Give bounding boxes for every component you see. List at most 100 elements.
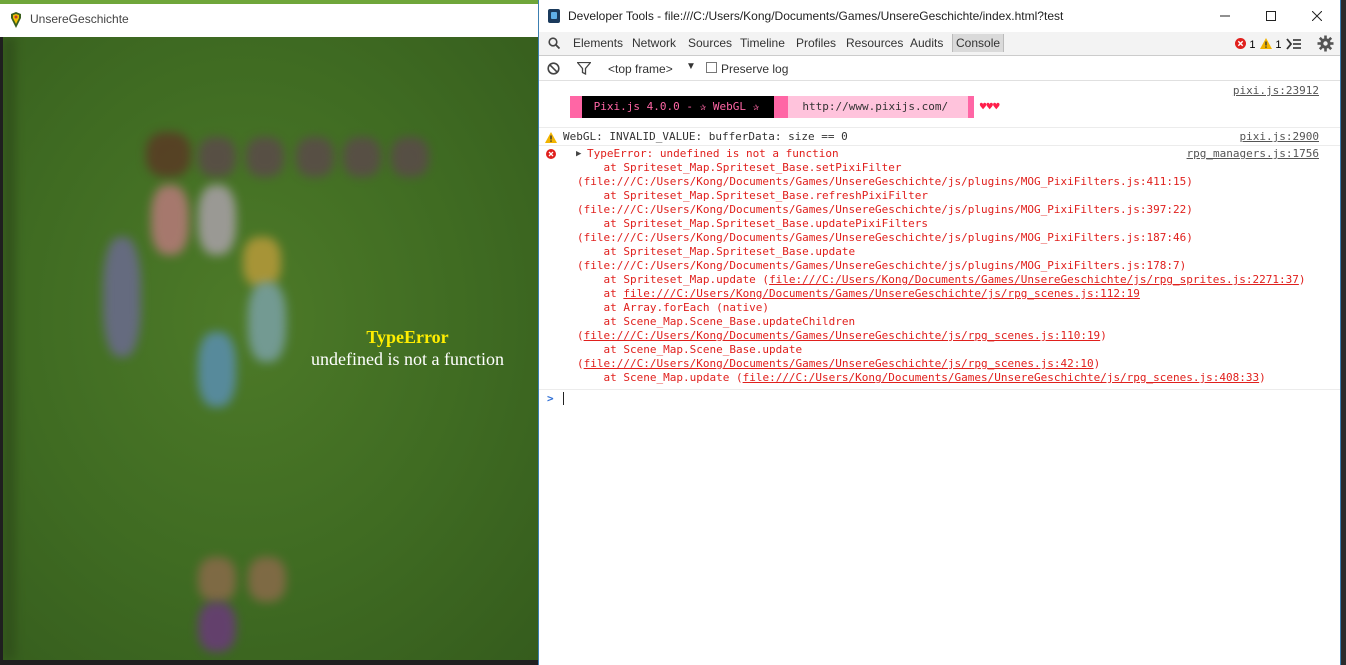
banner-pink-edge [570, 96, 582, 118]
stack-line-prefix: at Scene_Map.update ( [577, 371, 743, 384]
console-output: pixi.js:23912 Pixi.js 4.0.0 - ✰ WebGL ✰ … [539, 82, 1340, 408]
error-title: TypeError [366, 327, 449, 347]
stack-line: at Array.forEach (native) [577, 301, 1340, 315]
stack-file-link[interactable]: file:///C:/Users/Kong/Documents/Games/Un… [584, 329, 1101, 342]
blurred-sprite [198, 602, 236, 652]
blurred-sprite [198, 557, 236, 602]
stack-line-suffix: ) [1298, 273, 1306, 286]
error-icon [1235, 38, 1246, 49]
pixi-source-link[interactable]: pixi.js:23912 [1233, 84, 1319, 98]
preserve-log-checkbox[interactable] [706, 62, 717, 73]
stack-line-suffix: ) [1093, 357, 1101, 370]
blurred-sprite [151, 185, 189, 255]
tab-profiles[interactable]: Profiles [796, 36, 836, 50]
blurred-sprite [103, 237, 141, 357]
prompt-chevron-icon: > [547, 392, 554, 405]
stack-line-prefix: at Array.forEach (native) [577, 301, 770, 314]
blurred-sprite [146, 132, 191, 177]
stack-line-prefix: at Scene_Map.Scene_Base.updateChildren [577, 315, 856, 328]
close-button[interactable] [1294, 0, 1340, 32]
stack-line: at Spriteset_Map.Spriteset_Base.updatePi… [577, 217, 928, 230]
maximize-icon [1266, 11, 1276, 21]
warning-icon [1260, 38, 1272, 49]
stack-line: at Scene_Map.Scene_Base.update [577, 343, 1340, 357]
minimize-icon [1220, 15, 1230, 17]
tab-elements[interactable]: Elements [573, 36, 623, 50]
stack-file-link[interactable]: file:///C:/Users/Kong/Documents/Games/Un… [584, 357, 1094, 370]
banner-pink-mid [773, 96, 788, 118]
blurred-sprite [198, 332, 236, 407]
stack-file-link[interactable]: file:///C:/Users/Kong/Documents/Games/Un… [743, 371, 1260, 384]
pixi-hearts: ♥♥♥ [979, 100, 1000, 113]
stack-trace: at Spriteset_Map.Spriteset_Base.setPixiF… [539, 161, 1340, 273]
tab-audits[interactable]: Audits [910, 36, 943, 50]
filter-icon[interactable] [577, 62, 591, 75]
error-head-text: TypeError: undefined is not a function [587, 147, 839, 160]
tab-resources[interactable]: Resources [846, 36, 903, 50]
stack-line: at Spriteset_Map.Spriteset_Base.refreshP… [577, 189, 928, 202]
game-window: UnsereGeschichte TypeError undefined is … [0, 0, 540, 665]
warning-count-badge[interactable]: 1 [1260, 37, 1281, 51]
stack-line: at file:///C:/Users/Kong/Documents/Games… [577, 287, 1340, 301]
pixi-banner-text: Pixi.js 4.0.0 - ✰ WebGL ✰ [582, 96, 774, 118]
game-titlebar[interactable]: UnsereGeschichte [0, 0, 540, 37]
minimize-button[interactable] [1202, 0, 1248, 32]
stack-line: (file:///C:/Users/Kong/Documents/Games/U… [577, 357, 1340, 371]
settings-gear-icon[interactable] [1317, 35, 1334, 52]
warning-text: WebGL: INVALID_VALUE: bufferData: size =… [563, 130, 848, 143]
blurred-sprite [198, 185, 236, 255]
maximize-button[interactable] [1248, 0, 1294, 32]
error-icon [546, 149, 556, 159]
stack-line: at Spriteset_Map.update (file:///C:/User… [577, 273, 1340, 287]
pixi-banner-url: http://www.pixijs.com/ [787, 96, 968, 118]
console-prompt-row[interactable]: > [539, 390, 1340, 408]
stack-line: (file:///C:/Users/Kong/Documents/Games/U… [577, 175, 1193, 188]
warning-source-link[interactable]: pixi.js:2900 [1240, 130, 1319, 144]
tab-network[interactable]: Network [632, 36, 676, 50]
blurred-sprite [3, 37, 15, 660]
blurred-sprite [391, 137, 429, 177]
show-drawer-icon[interactable] [1286, 38, 1302, 50]
error-source-link[interactable]: rpg_managers.js:1756 [1187, 147, 1319, 161]
console-warning-row: WebGL: INVALID_VALUE: bufferData: size =… [539, 128, 1340, 146]
stack-line-prefix: at [577, 287, 624, 300]
error-overlay: TypeError undefined is not a function [300, 327, 515, 370]
stack-line: (file:///C:/Users/Kong/Documents/Games/U… [577, 203, 1193, 216]
error-count-badge[interactable]: 1 [1235, 37, 1255, 51]
blurred-sprite [198, 137, 236, 177]
tab-sources[interactable]: Sources [688, 36, 732, 50]
warning-count: 1 [1275, 39, 1282, 51]
stack-line-suffix: ) [1100, 329, 1107, 342]
stack-file-link[interactable]: file:///C:/Users/Kong/Documents/Games/Un… [769, 273, 1299, 286]
stack-file-link[interactable]: file:///C:/Users/Kong/Documents/Games/Un… [623, 287, 1140, 300]
clear-console-icon[interactable] [547, 62, 560, 75]
stack-line: (file:///C:/Users/Kong/Documents/Games/U… [577, 259, 1187, 272]
stack-line: (file:///C:/Users/Kong/Documents/Games/U… [577, 231, 1193, 244]
stack-line-prefix: ( [577, 329, 584, 342]
blurred-sprite [246, 137, 284, 177]
console-input-caret[interactable] [563, 392, 564, 405]
stack-line-suffix: ) [1259, 371, 1266, 384]
tab-timeline[interactable]: Timeline [740, 36, 785, 50]
devtools-titlebar[interactable]: Developer Tools - file:///C:/Users/Kong/… [539, 0, 1340, 32]
console-toolbar: <top frame> ▼ Preserve log [539, 57, 1340, 81]
inspect-search-icon[interactable] [548, 37, 560, 49]
close-icon [1311, 10, 1323, 22]
frame-select[interactable]: <top frame> [608, 62, 673, 76]
game-app-icon [11, 12, 21, 28]
tab-console[interactable]: Console [952, 34, 1005, 52]
error-count: 1 [1249, 39, 1256, 51]
stack-line: at Spriteset_Map.Spriteset_Base.update [577, 245, 856, 258]
devtools-window: Developer Tools - file:///C:/Users/Kong/… [538, 0, 1341, 665]
blurred-sprite [248, 282, 286, 362]
stack-line: at Spriteset_Map.Spriteset_Base.setPixiF… [577, 161, 902, 174]
preserve-log-label: Preserve log [721, 62, 789, 76]
devtools-window-title: Developer Tools - file:///C:/Users/Kong/… [568, 9, 1064, 23]
devtools-app-icon [548, 9, 560, 23]
blurred-sprite [343, 137, 381, 177]
expand-triangle-icon[interactable]: ▶ [576, 147, 581, 161]
stack-line: at Scene_Map.update (file:///C:/Users/Ko… [577, 371, 1340, 385]
stack-line-prefix: ( [577, 357, 584, 370]
frame-select-arrow-icon[interactable]: ▼ [686, 61, 696, 72]
error-message: undefined is not a function [311, 349, 504, 369]
